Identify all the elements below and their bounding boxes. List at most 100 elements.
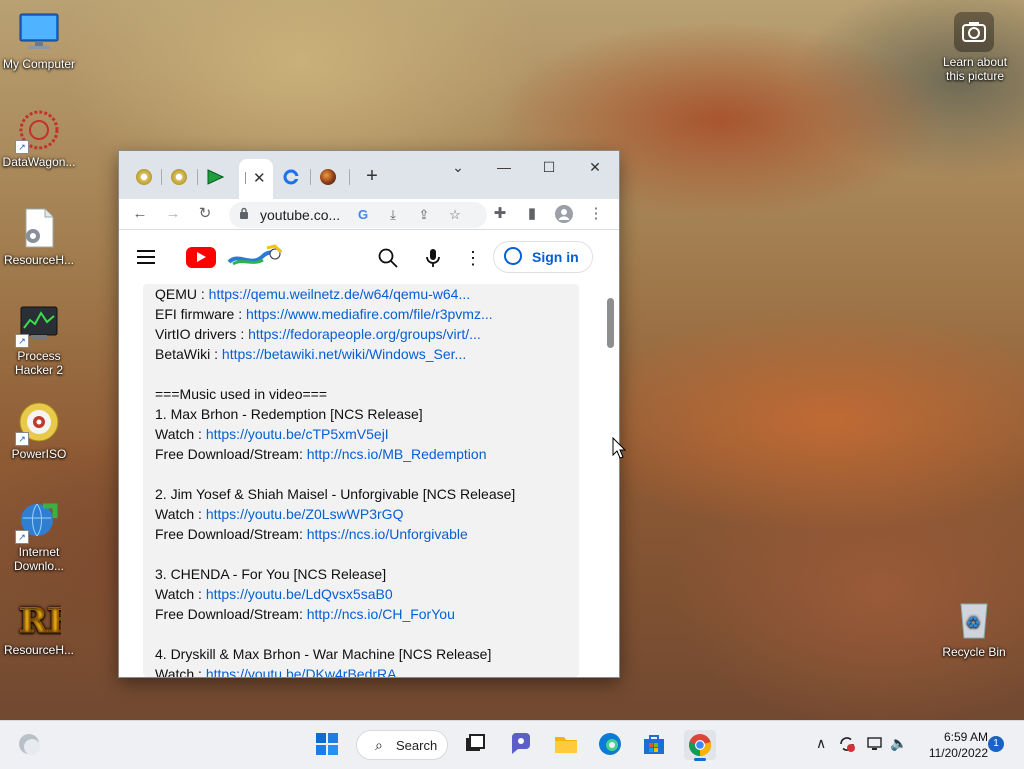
description-text: EFI firmware : xyxy=(155,306,247,322)
desktop-icon-poweriso[interactable]: ↗ PowerISO xyxy=(0,400,78,461)
lock-icon xyxy=(240,207,248,219)
extensions-puzzle-icon[interactable]: ✚ xyxy=(489,203,511,225)
description-line: Watch : https://youtu.be/LdQvsx5saB0 xyxy=(155,584,393,604)
description-line: BetaWiki : https://betawiki.net/wiki/Win… xyxy=(155,344,466,364)
share-icon[interactable]: ⇪ xyxy=(414,205,434,225)
microphone-icon[interactable] xyxy=(421,246,445,270)
desktop-icon-label: ResourceH... xyxy=(3,643,75,657)
chat-icon[interactable] xyxy=(508,731,536,759)
tab-active[interactable]: ✕ xyxy=(239,159,273,199)
tab-2[interactable] xyxy=(166,165,192,189)
desktop-icon-process-hacker[interactable]: ↗ Process Hacker 2 xyxy=(0,302,78,377)
show-hidden-icons-chevron-icon[interactable]: ∧ xyxy=(816,735,826,752)
description-link[interactable]: https://qemu.weilnetz.de/w64/qemu-w64... xyxy=(209,286,470,302)
clock[interactable]: 6:59 AM 11/20/2022 xyxy=(918,729,988,761)
youtube-logo-icon[interactable] xyxy=(186,247,216,268)
task-view-icon[interactable] xyxy=(462,731,490,759)
description-link[interactable]: http://ncs.io/MB_Redemption xyxy=(307,446,487,462)
description-text: Free Download/Stream: xyxy=(155,526,307,542)
tab-strip: ✕ + ⌄ — ☐ ✕ xyxy=(119,151,619,199)
description-line: Free Download/Stream: https://ncs.io/Unf… xyxy=(155,524,468,544)
volume-icon[interactable]: 🔈 xyxy=(890,735,907,752)
guide-menu-icon[interactable] xyxy=(137,250,155,264)
description-text: QEMU : xyxy=(155,286,209,302)
taskbar-search-box[interactable]: ⌕ Search xyxy=(356,730,448,760)
description-link[interactable]: https://ncs.io/Unforgivable xyxy=(307,526,468,542)
description-text: 3. CHENDA - For You [NCS Release] xyxy=(155,566,387,582)
desktop-icon-label: ResourceH... xyxy=(3,253,75,267)
url-text[interactable]: youtube.co... xyxy=(260,207,340,223)
description-link[interactable]: https://youtu.be/cTP5xmV5ejI xyxy=(206,426,389,442)
description-link[interactable]: https://youtu.be/Z0LswWP3rGQ xyxy=(206,506,404,522)
search-icon[interactable] xyxy=(376,246,400,270)
recycle-bin-icon: ♻ xyxy=(952,598,996,642)
description-text: VirtIO drivers : xyxy=(155,326,249,342)
tab-3[interactable] xyxy=(202,165,228,189)
chrome-menu-icon[interactable]: ⋮ xyxy=(585,203,607,225)
desktop-icon-my-computer[interactable]: My Computer xyxy=(0,10,78,71)
profile-avatar-icon[interactable] xyxy=(553,203,575,225)
description-link[interactable]: https://fedorapeople.org/groups/virt/... xyxy=(248,326,481,342)
description-line: Free Download/Stream: http://ncs.io/MB_R… xyxy=(155,444,487,464)
close-tab-icon[interactable]: ✕ xyxy=(253,169,266,187)
maximize-button[interactable]: ☐ xyxy=(537,157,561,177)
close-window-button[interactable]: ✕ xyxy=(583,157,607,177)
desktop-icon-internet-download-manager[interactable]: ↗ Internet Downlo... xyxy=(0,498,78,573)
bookmark-star-icon[interactable]: ☆ xyxy=(445,205,465,225)
network-icon[interactable] xyxy=(866,735,884,756)
microsoft-store-icon[interactable] xyxy=(641,731,669,759)
scrollbar-thumb[interactable] xyxy=(607,298,614,348)
tab-loading-bar xyxy=(245,172,246,184)
tab-separator xyxy=(310,169,311,185)
tab-5[interactable] xyxy=(278,165,304,189)
description-line: QEMU : https://qemu.weilnetz.de/w64/qemu… xyxy=(155,284,470,304)
shortcut-arrow-icon: ↗ xyxy=(15,432,29,446)
install-app-icon[interactable]: ⤓ xyxy=(383,205,403,225)
mouse-cursor-icon xyxy=(612,437,626,459)
browser-toolbar: ← → ↻ youtube.co... G ⤓ ⇪ ☆ ✚ ▮ ⋮ xyxy=(119,199,619,230)
forward-button[interactable]: → xyxy=(162,203,184,225)
tab-6[interactable] xyxy=(315,165,341,189)
tab-separator xyxy=(349,169,350,185)
resourcehacker-icon: RH xyxy=(17,596,80,642)
chrome-taskbar-icon[interactable] xyxy=(684,730,716,761)
description-line: Watch : https://youtu.be/cTP5xmV5ejI xyxy=(155,424,389,444)
description-link[interactable]: https://betawiki.net/wiki/Windows_Ser... xyxy=(222,346,466,362)
start-windows-icon[interactable] xyxy=(314,731,342,759)
tab-search-button[interactable]: ⌄ xyxy=(446,157,470,177)
notification-badge[interactable]: 1 xyxy=(988,736,1004,752)
datawagon-icon: ↗ xyxy=(15,108,61,154)
shortcut-arrow-icon: ↗ xyxy=(15,334,29,348)
reload-button[interactable]: ↻ xyxy=(194,203,216,225)
description-text: BetaWiki : xyxy=(155,346,222,362)
sign-in-button[interactable]: Sign in xyxy=(493,241,593,273)
description-link[interactable]: https://youtu.be/DKw4rBedrRA xyxy=(206,666,397,677)
desktop-icon-resourcehacker-file[interactable]: ResourceH... xyxy=(0,206,78,267)
description-link[interactable]: http://ncs.io/CH_ForYou xyxy=(307,606,455,622)
desktop-icon-datawagon[interactable]: ↗ DataWagon... xyxy=(0,108,78,169)
sync-alert-icon[interactable] xyxy=(838,735,856,756)
settings-file-icon xyxy=(17,206,61,250)
more-options-icon[interactable]: ⋮ xyxy=(461,246,485,270)
widgets-weather-icon[interactable] xyxy=(16,731,44,759)
description-link[interactable]: https://www.mediafire.com/file/r3pvmz... xyxy=(246,306,493,322)
description-link[interactable]: https://youtu.be/LdQvsx5saB0 xyxy=(206,586,393,602)
svg-text:♻: ♻ xyxy=(966,615,980,632)
back-button[interactable]: ← xyxy=(129,203,151,225)
side-panel-icon[interactable]: ▮ xyxy=(521,203,543,225)
description-line: 2. Jim Yosef & Shiah Maisel - Unforgivab… xyxy=(155,484,515,504)
camera-icon xyxy=(954,12,994,52)
address-bar[interactable]: youtube.co... G ⤓ ⇪ ☆ xyxy=(229,202,487,228)
google-lens-icon[interactable]: G xyxy=(353,205,373,225)
minimize-button[interactable]: — xyxy=(492,157,516,177)
new-tab-button[interactable]: + xyxy=(361,165,383,187)
tab-1[interactable] xyxy=(131,165,157,189)
description-text: ===Music used in video=== xyxy=(155,386,328,402)
learn-about-picture[interactable]: Learn about this picture xyxy=(935,12,1013,83)
edge-browser-icon[interactable] xyxy=(597,731,625,759)
description-line: Free Download/Stream: http://ncs.io/CH_F… xyxy=(155,604,455,624)
file-explorer-icon[interactable] xyxy=(553,731,581,759)
desktop-icon-resourcehacker[interactable]: RH ResourceH... xyxy=(0,596,80,658)
desktop-icon-recycle-bin[interactable]: ♻ Recycle Bin xyxy=(935,598,1013,659)
youtube-doodle-icon[interactable] xyxy=(227,244,285,270)
